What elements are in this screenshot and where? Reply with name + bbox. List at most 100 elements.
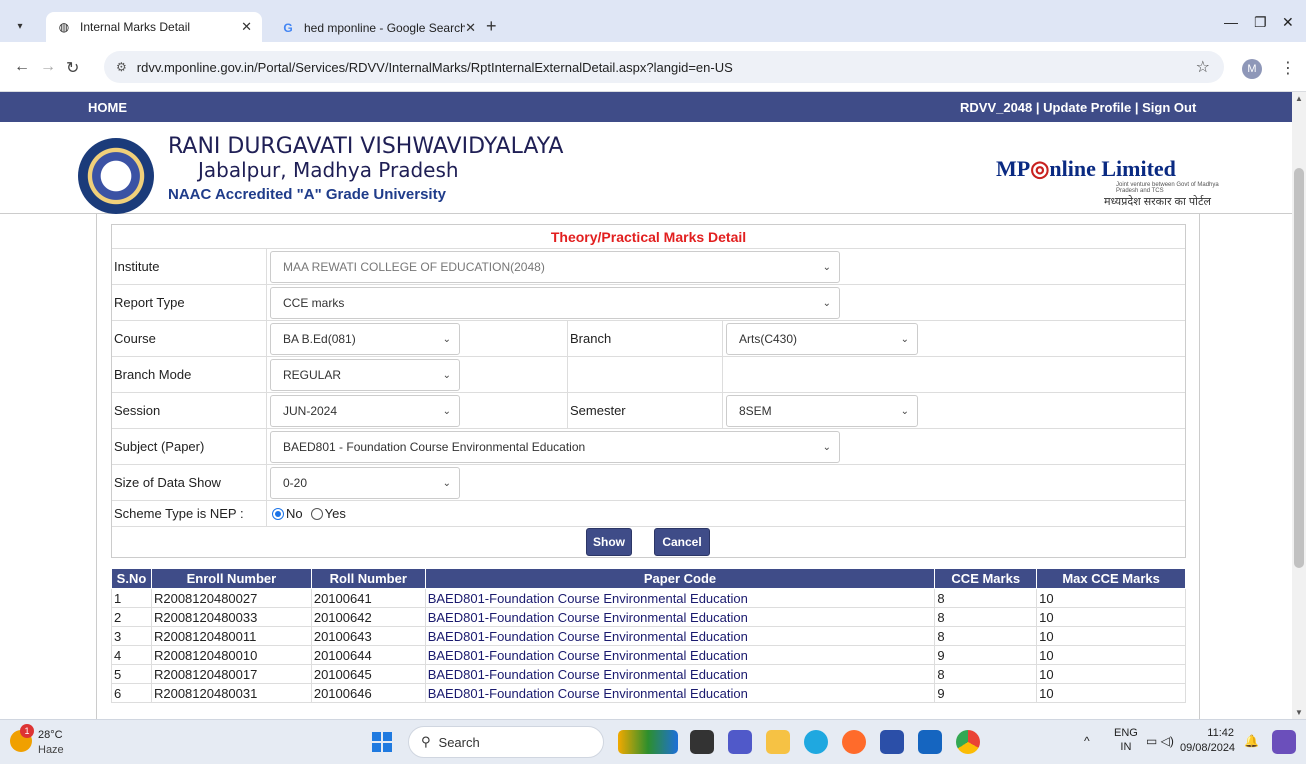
- nep-no-radio[interactable]: [272, 507, 284, 520]
- scrollbar-thumb[interactable]: [1294, 168, 1304, 568]
- google-icon: G: [283, 21, 293, 35]
- cancel-button[interactable]: Cancel: [654, 528, 710, 556]
- course-select[interactable]: BA B.Ed(081) ⌄: [270, 323, 460, 355]
- address-bar: ← → ↻ ⚙ rdvv.mponline.gov.in/Portal/Serv…: [0, 42, 1306, 92]
- notification-badge: 1: [20, 724, 34, 738]
- tab-internal-marks[interactable]: ◍ Internal Marks Detail ✕: [46, 12, 262, 42]
- cell-sno: 1: [111, 588, 152, 608]
- scroll-down-arrow-icon[interactable]: ▼: [1295, 708, 1303, 717]
- size-label: Size of Data Show: [112, 465, 267, 500]
- university-name: RANI DURGAVATI VISHWAVIDYALAYA: [168, 134, 564, 159]
- mponline-logo-rest: nline Limited: [1049, 156, 1176, 181]
- site-settings-icon[interactable]: ⚙: [116, 60, 127, 74]
- tab-search-menu-button[interactable]: ▾: [8, 14, 32, 38]
- tray-overflow-icon[interactable]: ^: [1084, 734, 1090, 748]
- globe-icon: ◍: [58, 20, 70, 34]
- new-tab-button[interactable]: +: [486, 16, 497, 37]
- cell-cce: 9: [934, 645, 1038, 665]
- clock-date: 09/08/2024: [1180, 742, 1236, 754]
- cell-roll: 20100644: [310, 645, 426, 665]
- marks-filter-form: Theory/Practical Marks Detail Institute …: [111, 224, 1186, 558]
- mponline-hindi-tagline: मध्यप्रदेश सरकार का पोर्टल: [1104, 196, 1211, 208]
- copilot-icon[interactable]: [1272, 730, 1296, 754]
- cell-sno: 4: [111, 645, 152, 665]
- cell-sno: 3: [111, 626, 152, 646]
- url-input[interactable]: ⚙ rdvv.mponline.gov.in/Portal/Services/R…: [104, 51, 1224, 83]
- table-row: 4 R2008120480010 20100644 BAED801-Founda…: [111, 645, 1186, 665]
- user-links[interactable]: RDVV_2048 | Update Profile | Sign Out: [960, 100, 1196, 115]
- edge-icon[interactable]: [804, 730, 828, 754]
- report-type-value: CCE marks: [283, 296, 345, 310]
- reload-icon[interactable]: ↻: [66, 58, 79, 78]
- network-volume-icon[interactable]: ▭ ◁): [1146, 734, 1174, 748]
- show-button[interactable]: Show: [586, 528, 632, 556]
- weather-widget[interactable]: 1 28°C Haze: [10, 724, 90, 760]
- close-window-icon[interactable]: ✕: [1282, 14, 1294, 31]
- nep-label: Scheme Type is NEP :: [112, 501, 267, 526]
- semester-select[interactable]: 8SEM ⌄: [726, 395, 918, 427]
- teams-icon[interactable]: [728, 730, 752, 754]
- accreditation-text: NAAC Accredited "A" Grade University: [168, 186, 446, 203]
- browser-menu-icon[interactable]: ⋮: [1280, 58, 1296, 78]
- cell-enroll: R2008120480010: [150, 645, 312, 665]
- restore-icon[interactable]: ❐: [1254, 14, 1267, 31]
- minimize-icon[interactable]: —: [1224, 14, 1238, 30]
- scroll-up-arrow-icon[interactable]: ▲: [1295, 94, 1303, 103]
- page-scrollbar[interactable]: ▲ ▼: [1292, 92, 1306, 719]
- taskbar-search-placeholder: Search: [438, 734, 480, 750]
- branch-mode-label: Branch Mode: [112, 357, 267, 392]
- subject-select[interactable]: BAED801 - Foundation Course Environmenta…: [270, 431, 840, 463]
- nep-yes-radio[interactable]: [310, 507, 323, 520]
- language-region: IN: [1120, 741, 1132, 753]
- copilot-widget-icon[interactable]: [618, 730, 678, 754]
- home-link[interactable]: HOME: [88, 100, 127, 115]
- empty-cell: [567, 357, 723, 392]
- tab-google-search[interactable]: G hed mponline - Google Search ✕: [270, 14, 486, 42]
- store-icon[interactable]: [880, 730, 904, 754]
- cell-sno: 5: [111, 664, 152, 684]
- mail-icon[interactable]: [918, 730, 942, 754]
- branch-select[interactable]: Arts(C430) ⌄: [726, 323, 918, 355]
- size-select[interactable]: 0-20 ⌄: [270, 467, 460, 499]
- institute-select[interactable]: MAA REWATI COLLEGE OF EDUCATION(2048) ⌄: [270, 251, 840, 283]
- site-header: RANI DURGAVATI VISHWAVIDYALAYA Jabalpur,…: [0, 122, 1292, 214]
- profile-avatar[interactable]: M: [1242, 59, 1262, 79]
- file-explorer-icon[interactable]: [766, 730, 790, 754]
- url-text: rdvv.mponline.gov.in/Portal/Services/RDV…: [136, 59, 733, 75]
- chevron-down-icon: ⌄: [900, 406, 909, 417]
- firefox-icon[interactable]: [842, 730, 866, 754]
- notification-bell-icon[interactable]: 🔔: [1244, 734, 1259, 748]
- taskbar-search-box[interactable]: ⚲ Search: [408, 726, 604, 758]
- report-type-select[interactable]: CCE marks ⌄: [270, 287, 840, 319]
- university-seal-logo: [78, 138, 154, 214]
- close-tab-icon[interactable]: ✕: [241, 19, 252, 35]
- session-label: Session: [112, 393, 267, 428]
- cell-cce: 8: [934, 626, 1038, 646]
- session-row: Session JUN-2024 ⌄ Semester 8SEM ⌄: [112, 393, 1185, 429]
- subject-row: Subject (Paper) BAED801 - Foundation Cou…: [112, 429, 1185, 465]
- cell-cce: 8: [934, 607, 1038, 627]
- windows-start-icon[interactable]: [372, 732, 392, 752]
- header-enroll: Enroll Number: [150, 568, 312, 589]
- weather-temperature: 28°C: [38, 729, 63, 741]
- site-top-nav: HOME RDVV_2048 | Update Profile | Sign O…: [0, 92, 1292, 122]
- tab-title: hed mponline - Google Search: [304, 21, 466, 35]
- chrome-icon[interactable]: [956, 730, 980, 754]
- forward-icon[interactable]: →: [40, 58, 56, 76]
- main-content: Theory/Practical Marks Detail Institute …: [96, 214, 1200, 719]
- close-tab-icon[interactable]: ✕: [465, 20, 476, 36]
- back-icon[interactable]: ←: [14, 58, 30, 76]
- table-row: 3 R2008120480011 20100643 BAED801-Founda…: [111, 626, 1186, 646]
- mponline-logo: MP◎nline Limited Joint venture between G…: [996, 156, 1220, 208]
- branch-mode-select[interactable]: REGULAR ⌄: [270, 359, 460, 391]
- cell-paper: BAED801-Foundation Course Environmental …: [424, 664, 936, 684]
- cell-sno: 2: [111, 607, 152, 627]
- session-select[interactable]: JUN-2024 ⌄: [270, 395, 460, 427]
- cell-paper: BAED801-Foundation Course Environmental …: [424, 645, 936, 665]
- clock[interactable]: 11:42 09/08/2024: [1180, 726, 1236, 756]
- bookmark-star-icon[interactable]: ☆: [1196, 57, 1210, 77]
- clock-time: 11:42: [1207, 727, 1234, 739]
- task-view-icon[interactable]: [690, 730, 714, 754]
- language-indicator[interactable]: ENG IN: [1114, 726, 1138, 754]
- university-city: Jabalpur, Madhya Pradesh: [198, 158, 459, 182]
